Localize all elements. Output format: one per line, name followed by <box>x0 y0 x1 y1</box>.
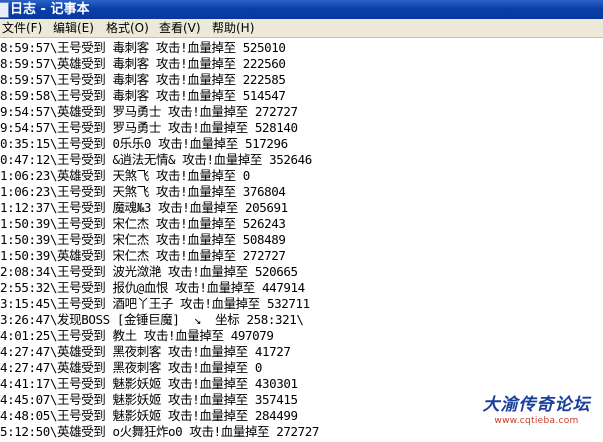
window-title: 日志 - 记事本 <box>10 2 90 17</box>
log-line: 4:01:25\王号受到 教土 攻击!血量掉至 497079 <box>0 328 274 343</box>
log-line: 5:12:50\英雄受到 o火舞狂炸o0 攻击!血量掉至 272727 <box>0 424 320 439</box>
log-line: 2:55:32\王号受到 报仇@血恨 攻击!血量掉至 447914 <box>0 280 305 295</box>
log-line: 1:50:39\王号受到 宋仁杰 攻击!血量掉至 508489 <box>0 232 286 247</box>
log-line: 0:47:12\王号受到 &逍法无情& 攻击!血量掉至 352646 <box>0 152 312 167</box>
menu-edit[interactable]: 编辑(E) <box>53 20 94 36</box>
log-line: 1:50:39\王号受到 宋仁杰 攻击!血量掉至 526243 <box>0 216 286 231</box>
log-line: 3:26:47\发现BOSS [金锤巨魔] ↘ 坐标 258:321\ <box>0 312 304 327</box>
log-line: 1:50:39\英雄受到 宋仁杰 攻击!血量掉至 272727 <box>0 248 286 263</box>
log-line: 3:15:45\王号受到 酒吧丫王子 攻击!血量掉至 532711 <box>0 296 310 311</box>
log-line: 4:27:47\英雄受到 黑夜刺客 攻击!血量掉至 41727 <box>0 344 291 359</box>
title-bar[interactable]: 日志 - 记事本 <box>0 0 603 19</box>
log-line: 1:06:23\王号受到 天煞飞 攻击!血量掉至 376804 <box>0 184 286 199</box>
log-line: 4:48:05\王号受到 魅影妖姬 攻击!血量掉至 284499 <box>0 408 298 423</box>
log-line: 4:41:17\王号受到 魅影妖姬 攻击!血量掉至 430301 <box>0 376 298 391</box>
log-line: 8:59:58\王号受到 毒刺客 攻击!血量掉至 514547 <box>0 88 286 103</box>
menu-view[interactable]: 查看(V) <box>159 20 201 36</box>
menu-bar: 文件(F) 编辑(E) 格式(O) 查看(V) 帮助(H) <box>0 19 603 38</box>
watermark-title: 大渝传奇论坛 <box>482 395 591 415</box>
notepad-icon <box>0 2 9 18</box>
log-line: 4:27:47\英雄受到 黑夜刺客 攻击!血量掉至 0 <box>0 360 263 375</box>
log-line: 1:12:37\王号受到 魔魂№3 攻击!血量掉至 205691 <box>0 200 288 215</box>
menu-file[interactable]: 文件(F) <box>2 20 42 36</box>
log-line: 0:35:15\王号受到 0乐乐0 攻击!血量掉至 517296 <box>0 136 288 151</box>
menu-format[interactable]: 格式(O) <box>106 20 149 36</box>
log-line: 2:08:34\王号受到 波光潋滟 攻击!血量掉至 520665 <box>0 264 298 279</box>
watermark-url: www.cqtieba.com <box>494 416 579 426</box>
log-line: 8:59:57\王号受到 毒刺客 攻击!血量掉至 525010 <box>0 40 286 55</box>
log-line: 8:59:57\王号受到 毒刺客 攻击!血量掉至 222585 <box>0 72 286 87</box>
log-line: 9:54:57\王号受到 罗马勇士 攻击!血量掉至 528140 <box>0 120 298 135</box>
text-editor-area[interactable]: 8:59:57\王号受到 毒刺客 攻击!血量掉至 525010 8:59:57\英… <box>0 38 603 442</box>
log-line: 9:54:57\英雄受到 罗马勇士 攻击!血量掉至 272727 <box>0 104 298 119</box>
log-line: 1:06:23\英雄受到 天煞飞 攻击!血量掉至 0 <box>0 168 250 183</box>
log-line: 4:45:07\王号受到 魅影妖姬 攻击!血量掉至 357415 <box>0 392 298 407</box>
forum-watermark: 大渝传奇论坛 www.cqtieba.com <box>474 395 599 427</box>
menu-help[interactable]: 帮助(H) <box>212 20 254 36</box>
log-line: 8:59:57\英雄受到 毒刺客 攻击!血量掉至 222560 <box>0 56 286 71</box>
